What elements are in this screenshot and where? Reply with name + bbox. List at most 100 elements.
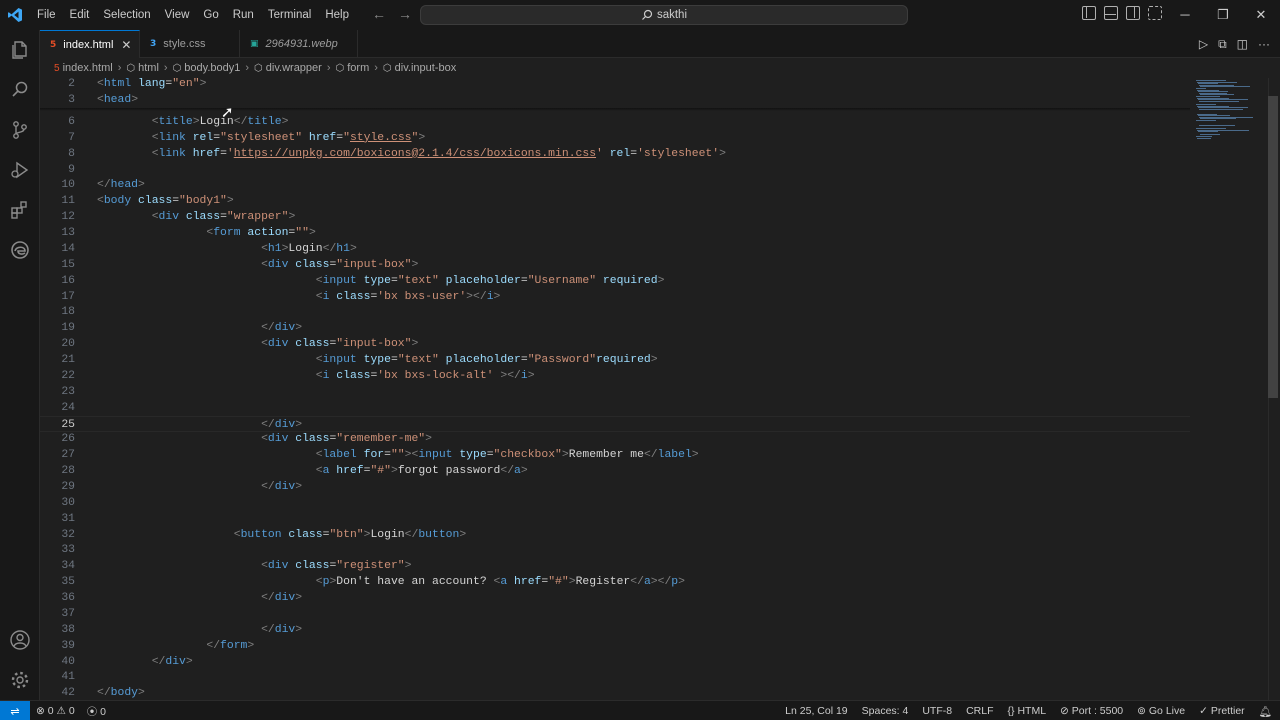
title-bar: File Edit Selection View Go Run Terminal… — [0, 0, 1280, 30]
menu-help[interactable]: Help — [318, 0, 356, 30]
code-line[interactable]: 40 </div> — [40, 654, 1190, 670]
line-number: 39 — [61, 639, 75, 652]
code-line[interactable]: 42 </body> — [40, 685, 1190, 700]
open-preview-icon[interactable]: ⧉ — [1218, 37, 1227, 52]
end-of-line[interactable]: CRLF — [966, 705, 993, 717]
tab-image-webp[interactable]: ▣ 2964931.webp — [240, 30, 358, 58]
breadcrumb-item-wrapper[interactable]: › ⬡ div.wrapper — [240, 62, 321, 74]
code-line[interactable]: 19 </div> — [40, 320, 1190, 336]
cursor-position[interactable]: Ln 25, Col 19 — [785, 705, 847, 717]
tab-style-css[interactable]: 3 style.css — [140, 30, 240, 58]
prettier-button[interactable]: ✓ Prettier — [1199, 705, 1245, 717]
toggle-primary-sidebar-icon[interactable] — [1082, 6, 1096, 20]
extensions-icon[interactable] — [8, 198, 32, 222]
menu-edit[interactable]: Edit — [63, 0, 97, 30]
code-line[interactable]: 2 <html lang="en"> — [40, 78, 1190, 92]
code-line[interactable]: 12 <div class="wrapper"> — [40, 209, 1190, 225]
code-line[interactable]: 31 — [40, 511, 1190, 527]
code-text: <head> — [97, 94, 139, 106]
code-line[interactable]: 9 — [40, 162, 1190, 178]
code-line[interactable]: 11 <body class="body1"> — [40, 193, 1190, 209]
remote-indicator-icon[interactable]: ⇌ — [0, 701, 30, 720]
back-arrow-icon[interactable]: ← — [372, 6, 386, 22]
status-bar: ⇌ ⊗ 0 ⚠ 0 ⦿ 0 Ln 25, Col 19 Spaces: 4 UT… — [0, 700, 1280, 720]
run-and-debug-icon[interactable] — [8, 158, 32, 182]
toggle-panel-icon[interactable] — [1104, 6, 1118, 20]
code-line[interactable]: 3 <head> — [40, 92, 1190, 108]
code-line[interactable]: 37 — [40, 606, 1190, 622]
code-line[interactable]: 38 </div> — [40, 622, 1190, 638]
breadcrumb-item-input-box[interactable]: › ⬡ div.input-box — [369, 62, 456, 74]
source-control-icon[interactable] — [8, 118, 32, 142]
explorer-icon[interactable] — [8, 38, 32, 62]
edge-devtools-icon[interactable] — [8, 238, 32, 262]
problems-indicator[interactable]: ⊗ 0 ⚠ 0 — [36, 705, 75, 717]
code-line[interactable]: 13 <form action=""> — [40, 225, 1190, 241]
code-line[interactable]: 15 <div class="input-box"> — [40, 257, 1190, 273]
code-line[interactable]: 20 <div class="input-box"> — [40, 336, 1190, 352]
code-line[interactable]: 22 <i class='bx bxs-lock-alt' ></i> — [40, 368, 1190, 384]
code-line[interactable]: 8 <link href='https://unpkg.com/boxicons… — [40, 146, 1190, 162]
code-line[interactable]: 26 <div class="remember-me"> — [40, 431, 1190, 447]
toggle-secondary-sidebar-icon[interactable] — [1126, 6, 1140, 20]
breadcrumb-item-html[interactable]: › ⬡ html — [113, 62, 159, 74]
code-line[interactable]: 29 </div> — [40, 479, 1190, 495]
minimize-icon[interactable]: ─ — [1166, 0, 1204, 30]
close-tab-icon[interactable]: ✕ — [121, 38, 131, 52]
menu-run[interactable]: Run — [226, 0, 261, 30]
code-line[interactable]: 33 — [40, 542, 1190, 558]
code-line[interactable]: 41 — [40, 669, 1190, 685]
encoding[interactable]: UTF-8 — [922, 705, 952, 717]
code-line[interactable]: 24 — [40, 400, 1190, 416]
code-line[interactable]: 27 <label for=""><input type="checkbox">… — [40, 447, 1190, 463]
code-line[interactable]: 10 </head> — [40, 177, 1190, 193]
menu-file[interactable]: File — [30, 0, 63, 30]
code-line[interactable]: 23 — [40, 384, 1190, 400]
notifications-bell-icon[interactable]: 🔔︎ — [1259, 705, 1272, 718]
port-indicator[interactable]: ⊘ Port : 5500 — [1060, 705, 1123, 717]
code-line[interactable]: 36 </div> — [40, 590, 1190, 606]
code-line[interactable]: 6 <title>Login</title> — [40, 114, 1190, 130]
breadcrumb-item-body[interactable]: › ⬡ body.body1 — [159, 62, 240, 74]
code-line[interactable]: 14 <h1>Login</h1> — [40, 241, 1190, 257]
code-line[interactable]: 28 <a href="#">forgot password</a> — [40, 463, 1190, 479]
run-icon[interactable]: ▷ — [1199, 37, 1208, 52]
customize-layout-icon[interactable] — [1148, 6, 1162, 20]
go-live-button[interactable]: ⊚ Go Live — [1137, 705, 1185, 717]
menu-go[interactable]: Go — [196, 0, 225, 30]
vertical-scrollbar-thumb[interactable] — [1268, 96, 1278, 398]
tab-index-html[interactable]: 5 index.html ✕ — [40, 30, 140, 58]
code-line[interactable]: 18 — [40, 304, 1190, 320]
code-line[interactable]: 32 <button class="btn">Login</button> — [40, 527, 1190, 543]
code-line[interactable]: 21 <input type="text" placeholder="Passw… — [40, 352, 1190, 368]
line-number: 9 — [68, 163, 75, 176]
ports-indicator[interactable]: ⦿ 0 — [87, 704, 106, 719]
breadcrumb-item-file[interactable]: 5 index.html — [54, 62, 113, 74]
code-line[interactable]: 17 <i class='bx bxs-user'></i> — [40, 289, 1190, 305]
menu-view[interactable]: View — [158, 0, 197, 30]
navigation-arrows: ← → — [372, 6, 412, 22]
menu-terminal[interactable]: Terminal — [261, 0, 318, 30]
code-line[interactable]: 25 </div> — [40, 415, 1190, 432]
code-line[interactable]: 35 <p>Don't have an account? <a href="#"… — [40, 574, 1190, 590]
breadcrumb-item-form[interactable]: › ⬡ form — [322, 62, 369, 74]
minimap[interactable] — [1190, 78, 1268, 700]
close-window-icon[interactable]: ✕ — [1242, 0, 1280, 30]
code-editor[interactable]: 2 <html lang="en"> 3 <head> 6 <title>Login</… — [40, 78, 1190, 700]
code-line[interactable]: 30 — [40, 495, 1190, 511]
restore-icon[interactable]: ❐ — [1204, 0, 1242, 30]
search-sidebar-icon[interactable] — [8, 78, 32, 102]
menu-selection[interactable]: Selection — [96, 0, 157, 30]
account-icon[interactable] — [8, 628, 32, 652]
command-center-search[interactable]: sakthi — [420, 5, 908, 25]
language-mode[interactable]: {} HTML — [1008, 705, 1047, 717]
split-editor-icon[interactable]: ◫ — [1237, 37, 1248, 52]
forward-arrow-icon[interactable]: → — [398, 6, 412, 22]
more-actions-icon[interactable]: ··· — [1258, 37, 1270, 52]
manage-gear-icon[interactable] — [8, 668, 32, 692]
indentation[interactable]: Spaces: 4 — [862, 705, 909, 717]
code-line[interactable]: 7 <link rel="stylesheet" href="style.css… — [40, 130, 1190, 146]
code-line[interactable]: 34 <div class="register"> — [40, 558, 1190, 574]
code-line[interactable]: 39 </form> — [40, 638, 1190, 654]
code-line[interactable]: 16 <input type="text" placeholder="Usern… — [40, 273, 1190, 289]
